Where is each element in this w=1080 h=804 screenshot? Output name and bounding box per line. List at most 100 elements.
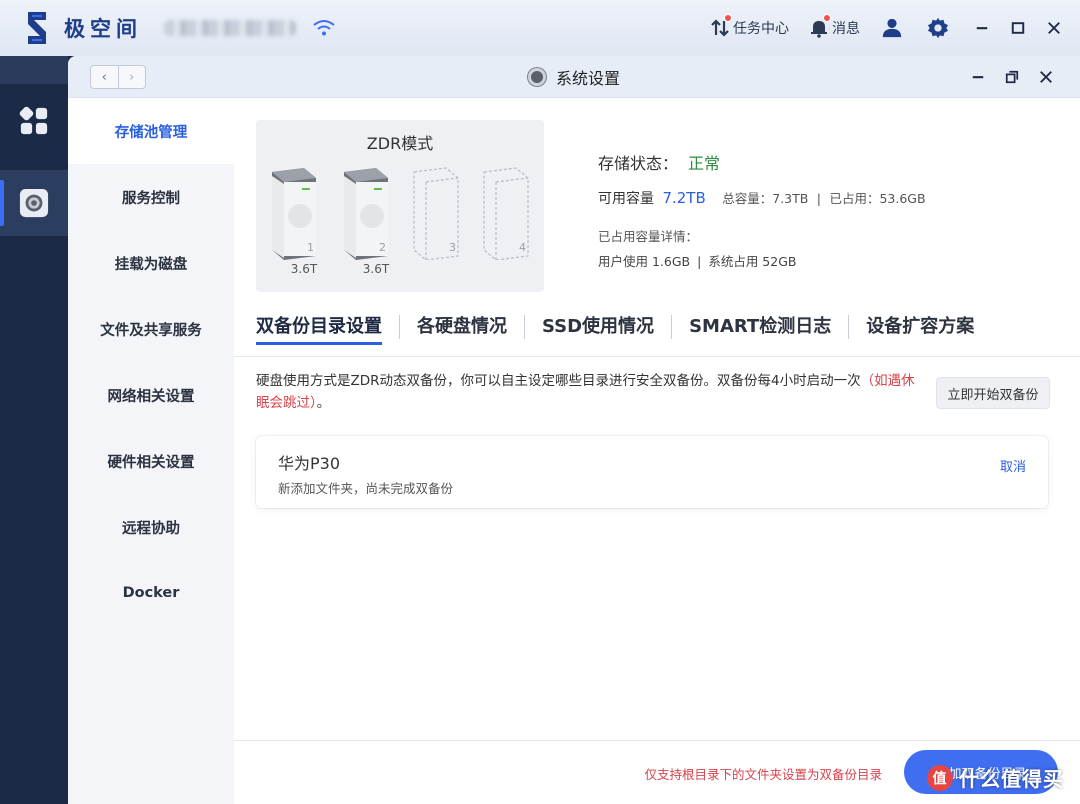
- drive-bay-card: ZDR模式 1 3.6T 2 3.6T 3 4: [256, 120, 544, 292]
- backup-folder-item: 华为P30 新添加文件夹，尚未完成双备份 取消: [256, 436, 1048, 508]
- app-dock: [0, 56, 68, 804]
- backup-folder-status: 新添加文件夹，尚未完成双备份: [278, 481, 454, 496]
- drive-slot-number: 1: [307, 241, 314, 254]
- app-name: 极空间: [64, 17, 142, 41]
- menu-item-file-sharing[interactable]: 文件及共享服务: [68, 296, 234, 362]
- close-icon: [1040, 71, 1052, 83]
- available-value: 7.2TB: [662, 189, 706, 207]
- app-maximize-button[interactable]: [1008, 18, 1028, 38]
- capacity-separator: |: [816, 191, 821, 206]
- dock-settings-button[interactable]: [0, 170, 68, 236]
- watermark: 值 什么值得买: [927, 763, 1064, 792]
- restore-icon: [1005, 70, 1019, 84]
- drive-slot-number: 4: [519, 241, 526, 254]
- tab-divider: [671, 315, 673, 339]
- tab-expansion-plan[interactable]: 设备扩容方案: [866, 312, 974, 342]
- app-close-button[interactable]: [1044, 18, 1064, 38]
- system-settings-window: ‹ › 系统设置 存储池管理 服务控制 挂载为磁盘 文件及共享服务 网络相关设置…: [68, 56, 1080, 804]
- used-capacity: 已占用：53.6GB: [829, 191, 926, 206]
- drive-size-label: 3.6T: [290, 262, 318, 276]
- wifi-icon: [312, 18, 336, 38]
- usage-separator: |: [697, 254, 702, 269]
- window-restore-button[interactable]: [1002, 67, 1022, 87]
- cancel-backup-link[interactable]: 取消: [1000, 456, 1026, 475]
- dock-header: [0, 56, 68, 84]
- minimize-icon: [976, 27, 988, 30]
- storage-tabs: 双备份目录设置 各硬盘情况 SSD使用情况 SMART检测日志 设备扩容方案: [256, 310, 974, 345]
- window-title-bar: ‹ › 系统设置: [68, 56, 1080, 98]
- dock-apps-button[interactable]: [0, 88, 68, 154]
- tab-disk-status[interactable]: 各硬盘情况: [417, 312, 507, 342]
- logo-icon: [22, 10, 52, 46]
- drive-slot-number: 3: [449, 241, 456, 254]
- menu-item-mount-disk[interactable]: 挂载为磁盘: [68, 230, 234, 296]
- window-minimize-button[interactable]: [968, 67, 988, 87]
- window-close-button[interactable]: [1036, 67, 1056, 87]
- tabs-divider: [234, 356, 1080, 357]
- app-minimize-button[interactable]: [972, 18, 992, 38]
- window-caption: 系统设置: [68, 56, 1080, 98]
- footer-divider: [234, 740, 1080, 741]
- watermark-badge: 值: [927, 764, 953, 791]
- menu-item-service-control[interactable]: 服务控制: [68, 164, 234, 230]
- drive-slot-3-empty[interactable]: 3: [410, 164, 462, 261]
- total-capacity: 总容量：7.3TB: [722, 191, 809, 206]
- tab-ssd-usage[interactable]: SSD使用情况: [542, 312, 654, 342]
- storage-status-label: 存储状态：: [598, 154, 679, 173]
- system-settings-icon: [19, 188, 49, 218]
- task-center-button[interactable]: 任务中心: [710, 14, 789, 38]
- menu-item-storage-pool[interactable]: 存储池管理: [68, 98, 234, 164]
- top-bar: 极空间 任务中心 消息: [0, 0, 1080, 56]
- capacity-line: 可用容量 7.2TB 总容量：7.3TB | 已占用：53.6GB: [598, 188, 926, 208]
- menu-item-hardware[interactable]: 硬件相关设置: [68, 428, 234, 494]
- menu-item-network[interactable]: 网络相关设置: [68, 362, 234, 428]
- dock-active-indicator: [0, 180, 4, 226]
- drive-slot-number: 2: [379, 241, 386, 254]
- backup-description: 硬盘使用方式是ZDR动态双备份，你可以自主设定哪些目录进行安全双备份。双备份每4…: [256, 370, 922, 414]
- drive-size-label: 3.6T: [362, 262, 390, 276]
- tab-smart-log[interactable]: SMART检测日志: [689, 312, 831, 342]
- storage-pool-panel: ZDR模式 1 3.6T 2 3.6T 3 4 存储状态： 正常 可用容量 7.…: [234, 98, 1080, 804]
- footer-note: 仅支持根目录下的文件夹设置为双备份目录: [644, 767, 882, 782]
- drive-mode-title: ZDR模式: [366, 134, 434, 153]
- storage-status-value: 正常: [688, 154, 721, 173]
- system-usage: 系统占用 52GB: [708, 254, 797, 269]
- watermark-text: 什么值得买: [959, 767, 1064, 791]
- system-settings-icon: [527, 68, 546, 86]
- tab-divider: [524, 315, 525, 339]
- window-title: 系统设置: [555, 69, 620, 88]
- minimize-icon: [972, 76, 984, 79]
- user-icon: [882, 18, 902, 38]
- storage-status-line: 存储状态： 正常: [598, 150, 926, 174]
- tab-divider: [399, 315, 400, 339]
- task-center-label: 任务中心: [733, 21, 789, 37]
- tab-backup-directory[interactable]: 双备份目录设置: [256, 312, 382, 345]
- user-usage: 用户使用 1.6GB: [598, 254, 691, 269]
- messages-label: 消息: [832, 21, 860, 37]
- backup-description-text: 硬盘使用方式是ZDR动态双备份，你可以自主设定哪些目录进行安全双备份。双备份每4…: [256, 373, 861, 389]
- drive-slot-2[interactable]: 2: [340, 164, 392, 260]
- maximize-icon: [1011, 22, 1025, 34]
- messages-button[interactable]: 消息: [809, 14, 860, 38]
- usage-detail-line: 用户使用 1.6GB | 系统占用 52GB: [598, 251, 926, 270]
- usage-detail-title: 已占用容量详情：: [598, 229, 699, 244]
- drive-slot-1[interactable]: 1: [268, 164, 320, 260]
- tab-divider: [848, 315, 850, 339]
- menu-item-remote-assist[interactable]: 远程协助: [68, 494, 234, 560]
- storage-status: 存储状态： 正常 可用容量 7.2TB 总容量：7.3TB | 已占用：53.6G…: [598, 150, 926, 270]
- menu-item-docker[interactable]: Docker: [68, 560, 234, 626]
- settings-button[interactable]: [926, 16, 950, 40]
- user-button[interactable]: [880, 16, 904, 40]
- settings-menu: 存储池管理 服务控制 挂载为磁盘 文件及共享服务 网络相关设置 硬件相关设置 远…: [68, 98, 234, 804]
- start-backup-button[interactable]: 立即开始双备份: [936, 377, 1050, 409]
- backup-folder-name: 华为P30: [278, 454, 341, 473]
- available-label: 可用容量: [598, 191, 654, 207]
- apps-grid-icon: [19, 106, 48, 135]
- backup-description-end: 。: [316, 395, 331, 411]
- close-icon: [1048, 22, 1060, 34]
- drive-slot-4-empty[interactable]: 4: [480, 164, 532, 261]
- message-badge-dot: [823, 14, 831, 22]
- gear-icon: [927, 17, 949, 39]
- task-badge-dot: [724, 14, 732, 22]
- device-name-blurred: [164, 20, 296, 36]
